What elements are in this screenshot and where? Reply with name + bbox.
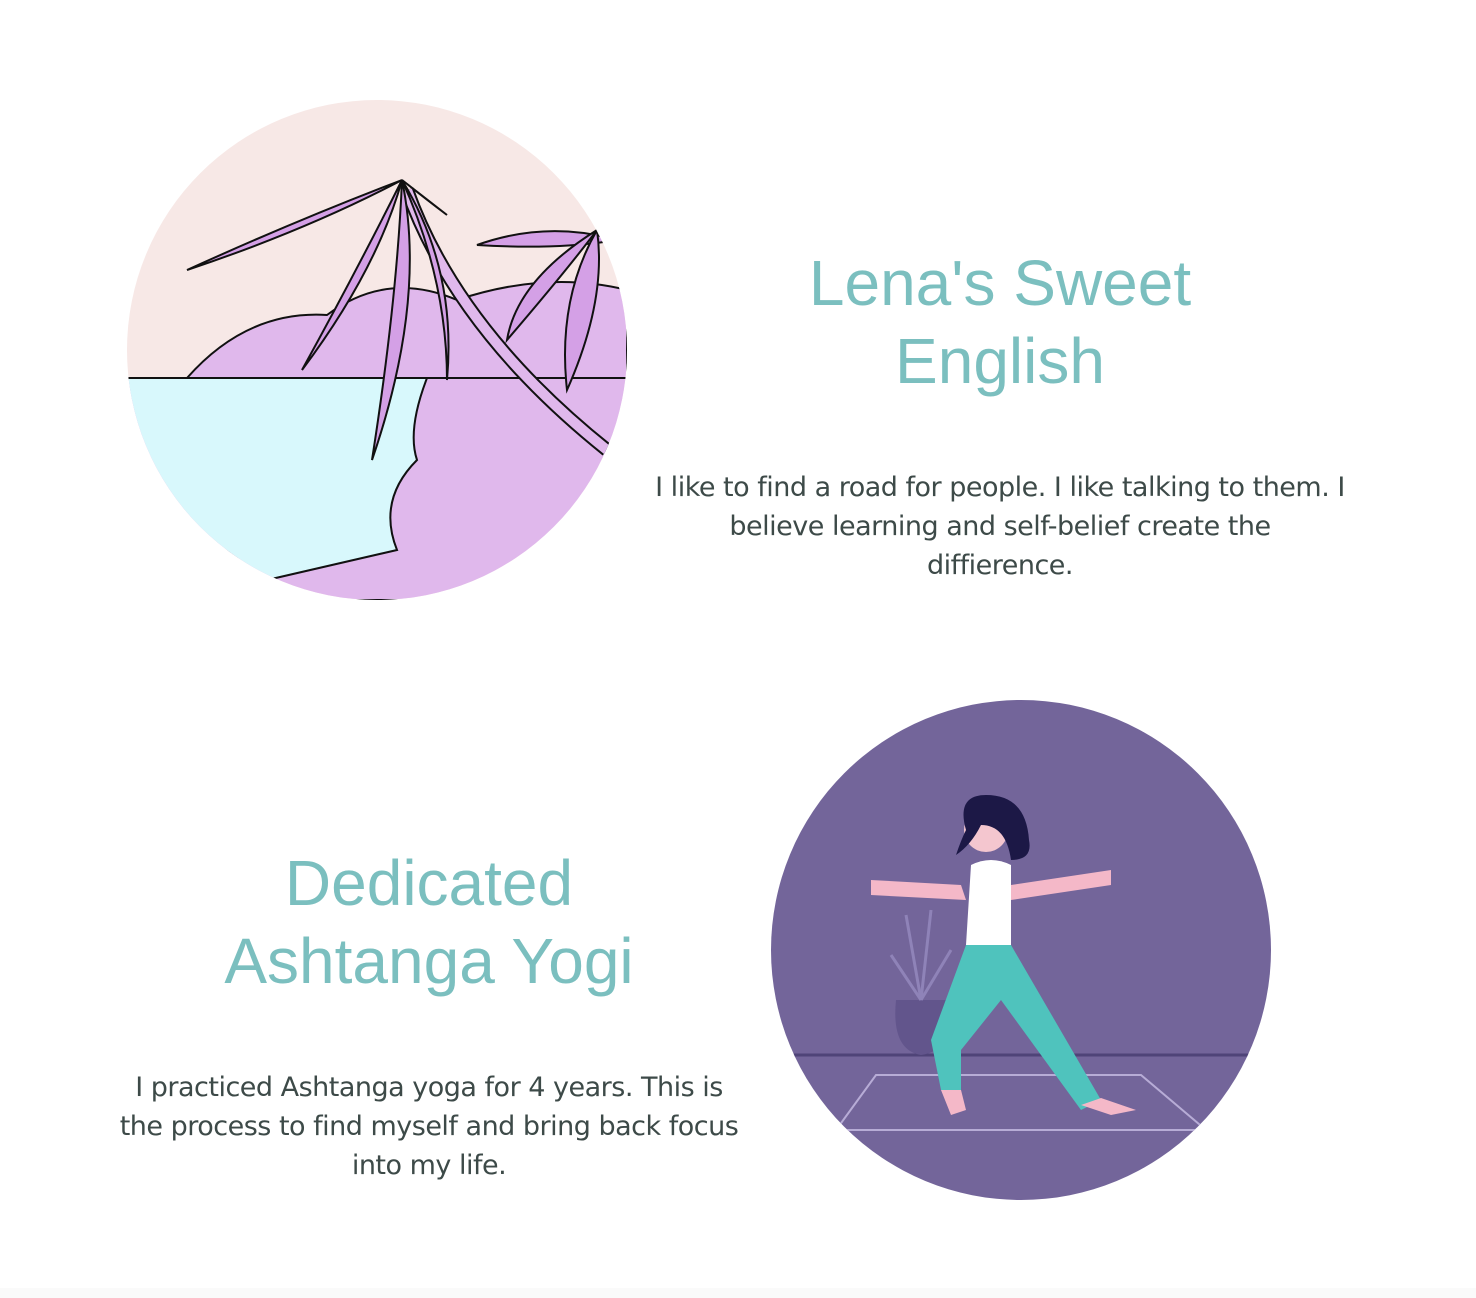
title-line: Ashtanga Yogi: [224, 925, 634, 997]
title-line: Dedicated: [284, 847, 574, 919]
section-title: Dedicated Ashtanga Yogi: [115, 844, 743, 1000]
page-footer-strip: [0, 1288, 1476, 1298]
section-lenas-sweet-english: Lena's Sweet English I like to find a roa…: [655, 244, 1345, 585]
section-ashtanga-yogi: Dedicated Ashtanga Yogi I practiced Ashta…: [115, 844, 743, 1185]
title-line: Lena's Sweet: [808, 247, 1192, 319]
section-description: I practiced Ashtanga yoga for 4 years. T…: [119, 1072, 739, 1181]
title-line: English: [895, 325, 1105, 397]
yoga-warrior-illustration: [771, 700, 1271, 1200]
section-description: I like to find a road for people. I like…: [655, 472, 1345, 581]
section-title: Lena's Sweet English: [655, 244, 1345, 400]
palm-beach-illustration: [127, 100, 627, 600]
